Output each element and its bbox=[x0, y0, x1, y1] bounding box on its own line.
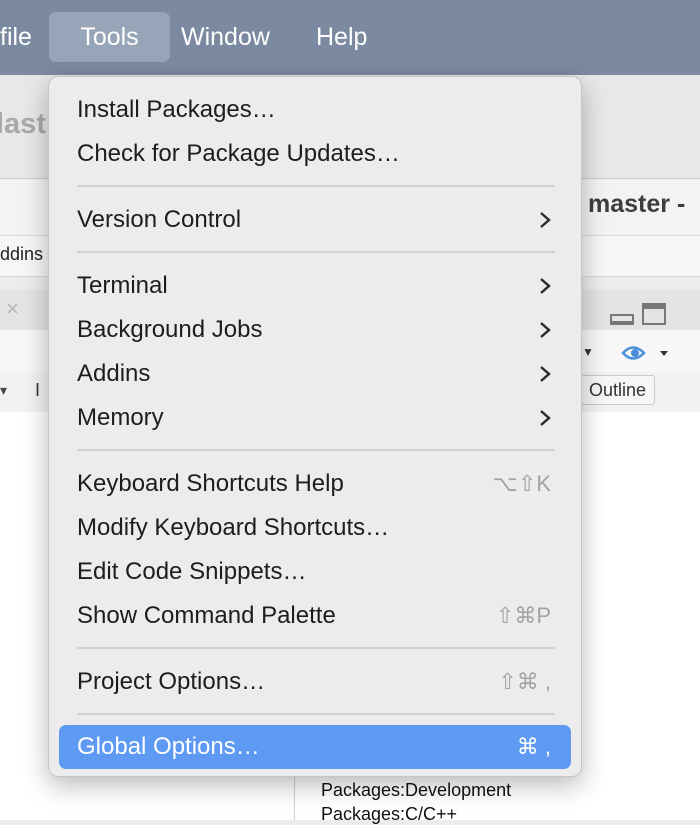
menu-separator bbox=[77, 251, 555, 253]
chevron-down-icon[interactable]: ▼ bbox=[582, 345, 594, 359]
menu-item-label: Keyboard Shortcuts Help bbox=[77, 470, 344, 497]
menu-item-terminal[interactable]: Terminal bbox=[59, 265, 571, 307]
chevron-right-icon bbox=[540, 212, 551, 228]
menu-item-label: Check for Package Updates… bbox=[77, 140, 400, 167]
menu-item-global-options[interactable]: Global Options… ⌘ , bbox=[59, 725, 571, 769]
minimize-maximize-icon[interactable] bbox=[610, 303, 668, 327]
list-item: Packages:Development bbox=[321, 780, 512, 800]
menu-item-addins[interactable]: Addins bbox=[59, 353, 571, 395]
menu-item-keyboard-shortcuts-help[interactable]: Keyboard Shortcuts Help ⌥⇧K bbox=[59, 463, 571, 505]
menu-item-shortcut: ⌥⇧K bbox=[492, 471, 551, 496]
menu-item-shortcut: ⌘ , bbox=[516, 734, 551, 759]
menu-item-background-jobs[interactable]: Background Jobs bbox=[59, 309, 571, 351]
menu-item-label: Version Control bbox=[77, 206, 242, 233]
outline-button[interactable]: Outline bbox=[580, 375, 656, 405]
tools-menu: Install Packages… Check for Package Upda… bbox=[48, 76, 582, 777]
menu-item-label: Install Packages… bbox=[77, 96, 276, 123]
menubar-item-tools[interactable]: Tools bbox=[49, 12, 170, 62]
chevron-right-icon bbox=[540, 322, 551, 338]
menu-item-edit-code-snippets[interactable]: Edit Code Snippets… bbox=[59, 551, 571, 593]
menu-item-label: Show Command Palette bbox=[77, 602, 336, 629]
menu-item-label: Addins bbox=[77, 360, 151, 387]
git-branch-label[interactable]: master - bbox=[588, 190, 685, 219]
menu-item-shortcut: ⇧⌘P bbox=[495, 603, 551, 628]
menu-item-label: Modify Keyboard Shortcuts… bbox=[77, 514, 390, 541]
menu-item-label: Memory bbox=[77, 404, 164, 431]
menu-item-label: Background Jobs bbox=[77, 316, 263, 343]
menu-separator bbox=[77, 713, 555, 715]
menu-item-label: Global Options… bbox=[77, 733, 260, 760]
menu-item-label: Terminal bbox=[77, 272, 168, 299]
menu-item-version-control[interactable]: Version Control bbox=[59, 199, 571, 241]
menu-bar: file Tools Window Help bbox=[0, 0, 700, 75]
close-tab-icon[interactable]: × bbox=[6, 296, 19, 322]
publish-icon[interactable] bbox=[620, 340, 672, 366]
menu-item-modify-keyboard-shortcuts[interactable]: Modify Keyboard Shortcuts… bbox=[59, 507, 571, 549]
menu-item-label: Project Options… bbox=[77, 668, 266, 695]
window-title-fragment: last bbox=[0, 108, 46, 140]
addins-menu[interactable]: ddins bbox=[0, 244, 43, 265]
chevron-down-icon[interactable]: ▾ bbox=[0, 382, 7, 399]
menu-item-show-command-palette[interactable]: Show Command Palette ⇧⌘P bbox=[59, 595, 571, 637]
toolbar-label-fragment: I bbox=[35, 380, 41, 400]
menubar-item-profile[interactable]: file bbox=[0, 12, 46, 62]
menu-item-memory[interactable]: Memory bbox=[59, 397, 571, 439]
menu-separator bbox=[77, 449, 555, 451]
menu-item-install-packages[interactable]: Install Packages… bbox=[59, 89, 571, 131]
chevron-right-icon bbox=[540, 366, 551, 382]
menu-item-project-options[interactable]: Project Options… ⇧⌘ , bbox=[59, 661, 571, 703]
menu-item-check-package-updates[interactable]: Check for Package Updates… bbox=[59, 133, 571, 175]
menubar-item-window[interactable]: Window bbox=[167, 12, 284, 62]
menu-item-shortcut: ⇧⌘ , bbox=[498, 669, 551, 694]
chevron-right-icon bbox=[540, 410, 551, 426]
list-item: Packages:C/C++ bbox=[321, 804, 458, 824]
menu-separator bbox=[77, 185, 555, 187]
menubar-item-help[interactable]: Help bbox=[302, 12, 381, 62]
chevron-right-icon bbox=[540, 278, 551, 294]
menu-item-label: Edit Code Snippets… bbox=[77, 558, 307, 585]
menu-separator bbox=[77, 647, 555, 649]
